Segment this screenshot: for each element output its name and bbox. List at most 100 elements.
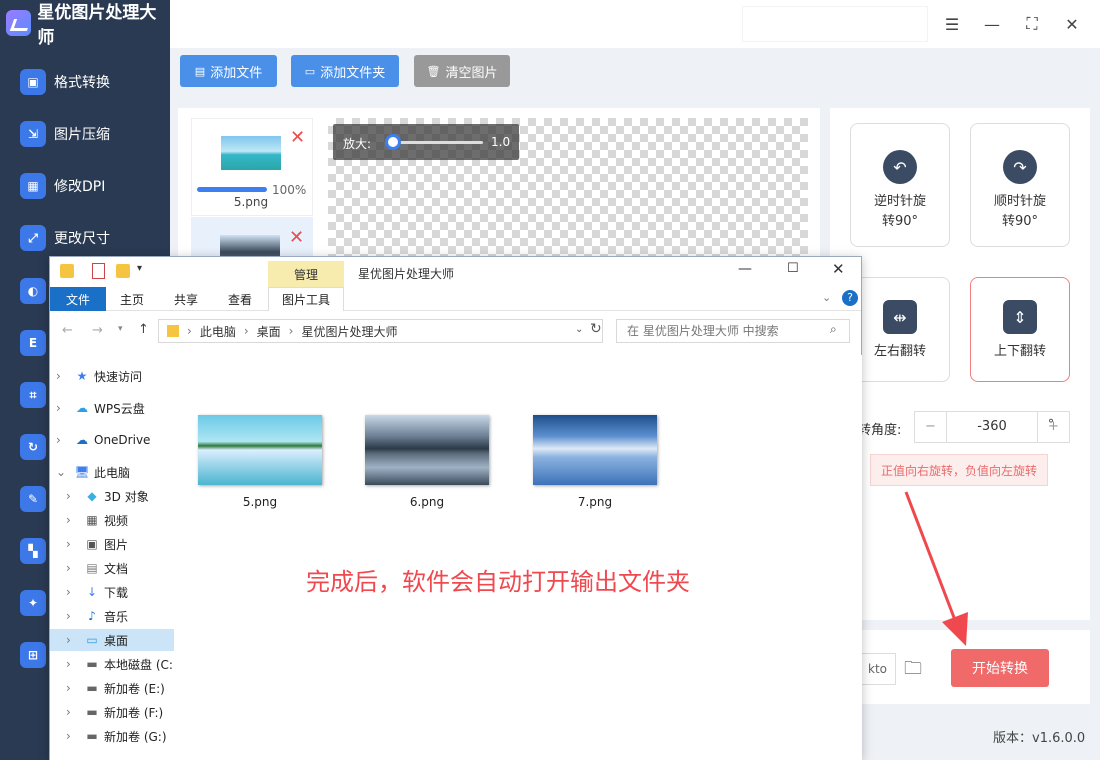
tab-share[interactable]: 共享: [162, 287, 210, 311]
top-blank-field: [742, 6, 928, 42]
file-thumbnail: [533, 415, 657, 485]
chevron-right-icon[interactable]: ›: [66, 633, 78, 647]
download-icon: ↓: [86, 585, 98, 599]
minimize-icon[interactable]: —: [738, 261, 752, 277]
nav-item-10[interactable]: › ▭ 桌面: [50, 629, 174, 651]
zoom-slider-knob[interactable]: [385, 134, 401, 150]
open-folder-icon[interactable]: 🗀: [904, 656, 922, 686]
chevron-down-icon[interactable]: ⌄: [575, 324, 583, 335]
chevron-right-icon[interactable]: ›: [66, 609, 78, 623]
flip-vertical-icon: ⇕: [1003, 300, 1037, 334]
sidebar-item-format[interactable]: ▣ 格式转换: [0, 59, 170, 105]
help-icon[interactable]: ?: [842, 290, 858, 306]
forward-icon[interactable]: →: [92, 323, 103, 338]
tab-home[interactable]: 主页: [108, 287, 156, 311]
tab-picture-tools[interactable]: 图片工具: [268, 287, 344, 311]
app-logo-icon: [6, 10, 32, 36]
maximize-icon[interactable]: ⛶: [1020, 12, 1044, 36]
nav-item-2[interactable]: › ☁ OneDrive: [50, 429, 174, 451]
address-bar[interactable]: › 此电脑 › 桌面 › 星优图片处理大师: [158, 319, 603, 343]
chevron-right-icon[interactable]: ›: [66, 489, 78, 503]
desktop-icon: ▭: [86, 633, 98, 647]
nav-item-9[interactable]: › ♪ 音乐: [50, 605, 174, 627]
dpi-icon: ▦: [20, 173, 46, 199]
clear-images-button[interactable]: 🗑 清空图片: [414, 55, 510, 87]
rotate-cw-button[interactable]: ↷ 顺时针旋 转90°: [970, 123, 1070, 247]
chevron-right-icon[interactable]: ›: [66, 561, 78, 575]
add-file-button[interactable]: ▤ 添加文件: [180, 55, 277, 87]
remove-icon[interactable]: ✕: [290, 127, 305, 148]
app-title: 星优图片处理大师: [37, 3, 157, 48]
back-icon[interactable]: ←: [62, 323, 73, 338]
nav-item-4[interactable]: › ◆ 3D 对象: [50, 485, 174, 507]
properties-icon[interactable]: [92, 263, 105, 279]
new-folder-icon[interactable]: [116, 264, 130, 278]
plugin-icon: ✦: [20, 590, 46, 616]
thumbnail-item[interactable]: ✕ 100% 5.png: [191, 118, 313, 216]
nav-item-5[interactable]: › ▦ 视频: [50, 509, 174, 531]
nav-item-6[interactable]: › ▣ 图片: [50, 533, 174, 555]
flip-horizontal-button[interactable]: ⇹ 左右翻转: [850, 277, 950, 382]
sidebar-item-compress[interactable]: ⇲ 图片压缩: [0, 111, 170, 157]
chevron-right-icon[interactable]: ›: [66, 681, 78, 695]
nav-item-3[interactable]: ⌄ 🖥 此电脑: [50, 461, 174, 483]
chevron-right-icon[interactable]: ›: [66, 705, 78, 719]
chevron-right-icon[interactable]: ›: [56, 433, 68, 447]
sidebar-item-resize[interactable]: ⤢ 更改尺寸: [0, 215, 170, 261]
zoom-track[interactable]: [393, 141, 483, 144]
remove-icon[interactable]: ✕: [289, 227, 304, 248]
tab-view[interactable]: 查看: [216, 287, 264, 311]
maximize-icon[interactable]: ☐: [787, 261, 799, 276]
manage-tab[interactable]: 管理: [268, 261, 344, 287]
ribbon-collapse-icon[interactable]: ⌄: [822, 291, 831, 304]
nav-item-11[interactable]: › ▬ 本地磁盘 (C:: [50, 653, 174, 675]
breadcrumb-this-pc[interactable]: 此电脑: [200, 323, 236, 340]
nav-item-0[interactable]: › ★ 快速访问: [50, 365, 174, 387]
chevron-right-icon[interactable]: ›: [66, 585, 78, 599]
up-icon[interactable]: ↑: [138, 322, 149, 337]
close-icon[interactable]: ✕: [1060, 12, 1084, 36]
close-icon[interactable]: ✕: [832, 260, 845, 278]
minimize-icon[interactable]: —: [980, 12, 1004, 36]
chevron-right-icon[interactable]: ›: [66, 729, 78, 743]
nav-item-label: 快速访问: [94, 369, 143, 384]
rotate-hint: 正值向右旋转，负值向左旋转: [870, 454, 1048, 486]
nav-item-1[interactable]: › ☁ WPS云盘: [50, 397, 174, 419]
start-convert-button[interactable]: 开始转换: [951, 649, 1049, 687]
breadcrumb-folder[interactable]: 星优图片处理大师: [301, 323, 397, 340]
tab-file[interactable]: 文件: [50, 287, 106, 311]
file-item[interactable]: 5.png: [198, 415, 322, 509]
quick-access-dropdown-icon[interactable]: ▾: [137, 263, 142, 274]
rotate-ccw-button[interactable]: ↶ 逆时针旋 转90°: [850, 123, 950, 247]
nav-item-8[interactable]: › ↓ 下载: [50, 581, 174, 603]
chevron-right-icon[interactable]: ›: [66, 513, 78, 527]
recent-dropdown-icon[interactable]: ▾: [118, 324, 123, 334]
chevron-right-icon[interactable]: ›: [66, 537, 78, 551]
nav-item-13[interactable]: › ▬ 新加卷 (F:): [50, 701, 174, 723]
crop-icon: ⌗: [20, 382, 46, 408]
angle-stepper[interactable]: − -360 +: [914, 411, 1070, 443]
resize-icon: ⤢: [20, 225, 46, 251]
refresh-icon[interactable]: ↻: [590, 321, 602, 337]
zoom-control[interactable]: 放大: 1.0: [333, 124, 519, 160]
search-input[interactable]: 在 星优图片处理大师 中搜索: [616, 319, 850, 343]
search-icon[interactable]: ⌕: [830, 322, 837, 337]
chevron-right-icon[interactable]: ›: [56, 401, 68, 415]
chevron-right-icon[interactable]: ›: [66, 657, 78, 671]
nav-item-14[interactable]: › ▬ 新加卷 (G:): [50, 725, 174, 747]
sidebar-item-dpi[interactable]: ▦ 修改DPI: [0, 163, 170, 209]
chevron-right-icon[interactable]: ›: [56, 369, 68, 383]
star-icon: ★: [76, 369, 88, 383]
settings-icon[interactable]: ☰: [940, 12, 964, 36]
add-folder-button[interactable]: ▭ 添加文件夹: [291, 55, 399, 87]
flip-vertical-button[interactable]: ⇕ 上下翻转: [970, 277, 1070, 382]
angle-value[interactable]: -360: [947, 412, 1037, 442]
decrement-button[interactable]: −: [915, 412, 947, 442]
file-name: 6.png: [409, 495, 445, 509]
nav-item-12[interactable]: › ▬ 新加卷 (E:): [50, 677, 174, 699]
file-item[interactable]: 6.png: [365, 415, 489, 509]
file-item[interactable]: 7.png: [533, 415, 657, 509]
breadcrumb-desktop[interactable]: 桌面: [257, 323, 281, 340]
chevron-down-icon[interactable]: ⌄: [56, 465, 68, 479]
nav-item-7[interactable]: › ▤ 文档: [50, 557, 174, 579]
